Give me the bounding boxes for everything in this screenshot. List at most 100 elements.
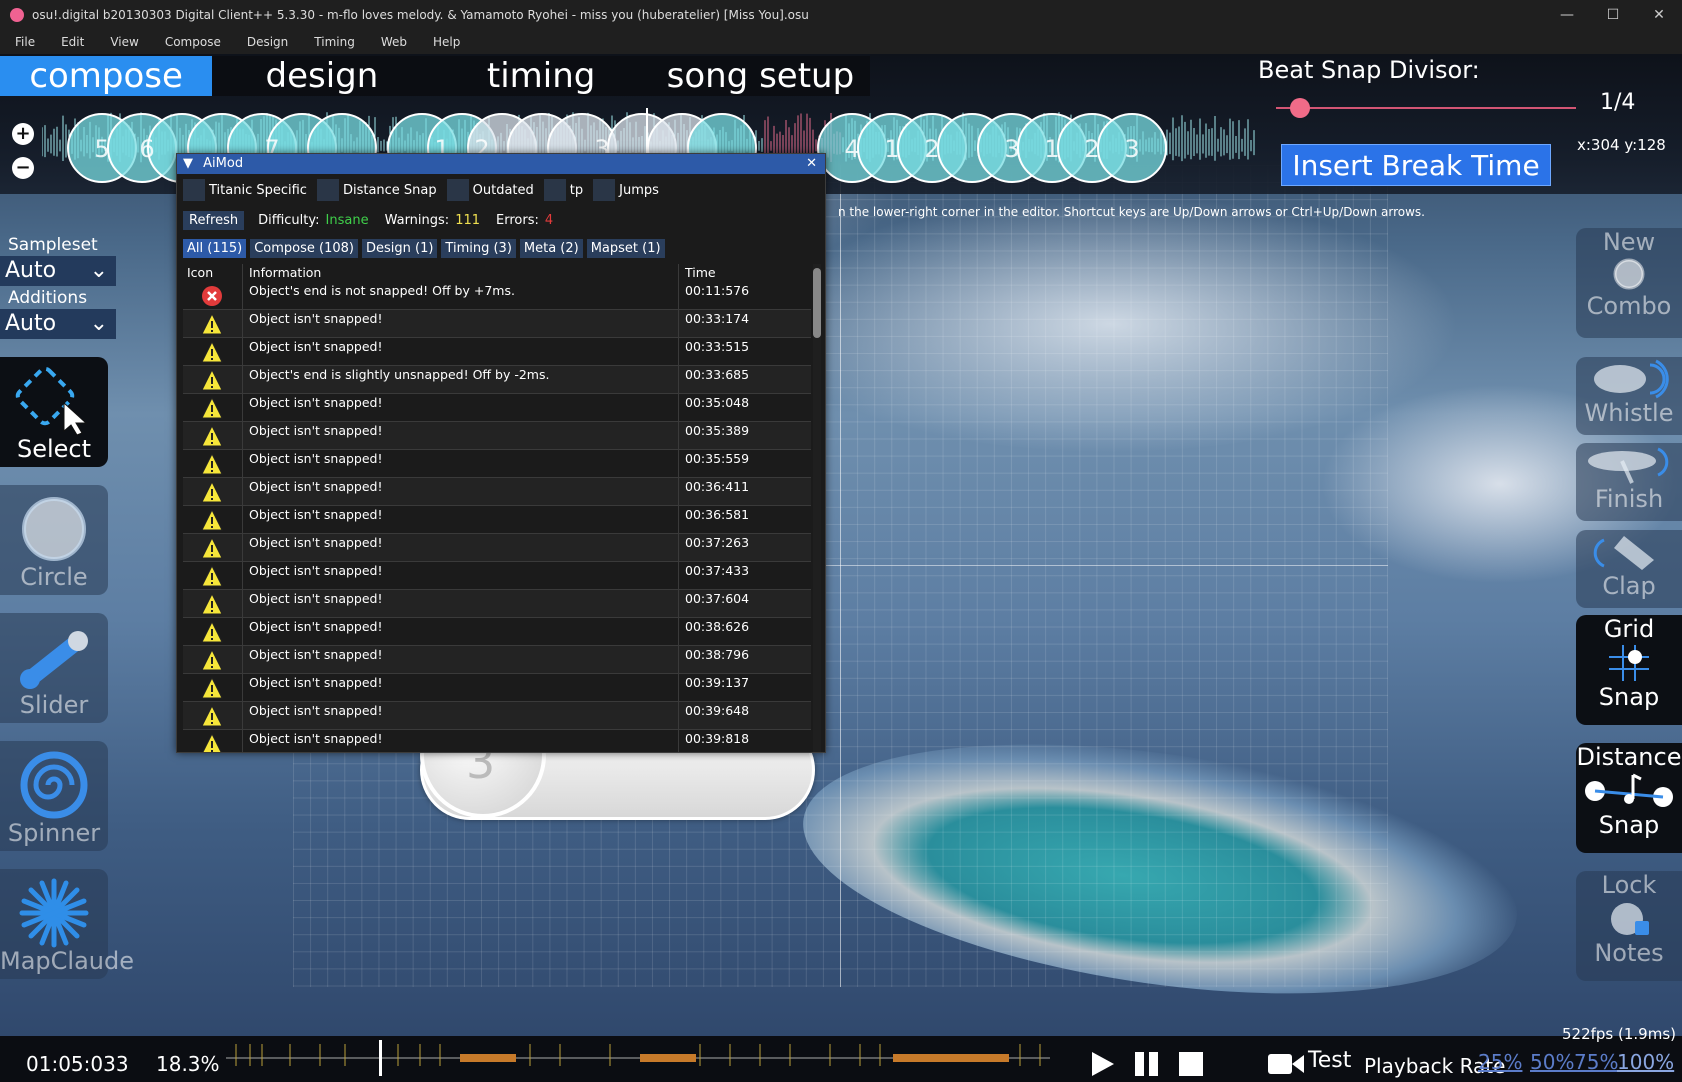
- titanic-specific-checkbox[interactable]: [183, 179, 205, 201]
- table-row[interactable]: Object isn't snapped! 00:35:389: [183, 422, 811, 450]
- table-row[interactable]: Object isn't snapped! 00:33:174: [183, 310, 811, 338]
- song-progress-percent: 18.3%: [156, 1052, 220, 1076]
- table-row[interactable]: Object's end is not snapped! Off by +7ms…: [183, 282, 811, 310]
- row-information: Object's end is slightly unsnapped! Off …: [243, 366, 679, 393]
- maximize-button[interactable]: ☐: [1590, 0, 1636, 30]
- row-information: Object isn't snapped!: [243, 450, 679, 477]
- tab-design[interactable]: design: [212, 56, 431, 96]
- table-row[interactable]: Object isn't snapped! 00:35:559: [183, 450, 811, 478]
- tab-mapset-issues[interactable]: Mapset (1): [586, 238, 665, 258]
- row-information: Object isn't snapped!: [243, 338, 679, 365]
- menu-view[interactable]: View: [110, 35, 138, 49]
- minimize-button[interactable]: —: [1544, 0, 1590, 30]
- new-combo-toggle[interactable]: New Combo: [1576, 228, 1682, 338]
- checkbox-label: tp: [569, 182, 584, 198]
- aimod-header[interactable]: ▼ AiMod ✕: [177, 154, 825, 174]
- distance-snap-toggle[interactable]: Distance Snap: [1576, 743, 1682, 853]
- menu-edit[interactable]: Edit: [61, 35, 84, 49]
- play-icon[interactable]: [1088, 1050, 1118, 1078]
- rate-50[interactable]: 50%: [1530, 1050, 1574, 1074]
- tp-checkbox[interactable]: [543, 179, 566, 201]
- jumps-checkbox[interactable]: [593, 179, 616, 201]
- tab-design-issues[interactable]: Design (1): [361, 238, 438, 258]
- pause-icon[interactable]: [1132, 1050, 1162, 1078]
- collapse-arrow-icon[interactable]: ▼: [183, 156, 193, 171]
- test-button[interactable]: Test: [1308, 1048, 1351, 1073]
- row-time: 00:33:515: [685, 339, 750, 354]
- table-row[interactable]: Object isn't snapped! 00:39:818: [183, 730, 811, 752]
- grid-center-v: [840, 165, 841, 987]
- rate-75[interactable]: 75%: [1574, 1050, 1618, 1074]
- finish-toggle[interactable]: Finish: [1576, 443, 1682, 521]
- menu-design[interactable]: Design: [247, 35, 288, 49]
- insert-break-time-button[interactable]: Insert Break Time: [1281, 144, 1551, 186]
- close-button[interactable]: ✕: [1636, 0, 1682, 30]
- menu-compose[interactable]: Compose: [165, 35, 221, 49]
- tab-timing[interactable]: timing: [432, 56, 651, 96]
- tool-mapclaude[interactable]: MapClaude: [0, 869, 134, 979]
- tool-select[interactable]: Select: [0, 357, 108, 467]
- table-row[interactable]: Object isn't snapped! 00:36:411: [183, 478, 811, 506]
- tool-circle[interactable]: Circle: [0, 485, 108, 595]
- row-icon-cell: [183, 422, 243, 449]
- zoom-out-button[interactable]: −: [12, 157, 34, 179]
- grid-snap-toggle[interactable]: Grid Snap: [1576, 615, 1682, 725]
- table-row[interactable]: Object isn't snapped! 00:39:137: [183, 674, 811, 702]
- menu-timing[interactable]: Timing: [314, 35, 355, 49]
- distance-snap-icon: [1585, 773, 1673, 807]
- table-row[interactable]: Object isn't snapped! 00:37:433: [183, 562, 811, 590]
- camera-icon[interactable]: [1266, 1050, 1306, 1078]
- beat-snap-knob[interactable]: [1290, 98, 1310, 118]
- lock-notes-toggle[interactable]: Lock Notes: [1576, 871, 1682, 981]
- row-time: 00:38:626: [685, 619, 750, 634]
- table-row[interactable]: Object isn't snapped! 00:38:796: [183, 646, 811, 674]
- rate-100[interactable]: 100%: [1617, 1050, 1674, 1074]
- tab-song-setup[interactable]: song setup: [651, 56, 870, 96]
- tab-timing-issues[interactable]: Timing (3): [441, 238, 516, 258]
- tool-spinner[interactable]: Spinner: [0, 741, 108, 851]
- scrollbar-thumb[interactable]: [813, 268, 821, 338]
- tab-all[interactable]: All (115): [183, 238, 247, 258]
- clap-toggle[interactable]: Clap: [1576, 530, 1682, 608]
- table-row[interactable]: Object isn't snapped! 00:36:581: [183, 506, 811, 534]
- warning-icon: [201, 341, 223, 363]
- table-row[interactable]: Object isn't snapped! 00:35:048: [183, 394, 811, 422]
- row-time: 00:37:433: [685, 563, 750, 578]
- sampleset-dropdown[interactable]: Auto ⌄: [0, 256, 116, 286]
- table-row[interactable]: Object isn't snapped! 00:33:515: [183, 338, 811, 366]
- tab-compose-issues[interactable]: Compose (108): [250, 238, 358, 258]
- checkbox-label: Outdated: [472, 182, 534, 198]
- aimod-issue-table: Icon Information Time Object's end is no…: [183, 264, 811, 752]
- table-row[interactable]: Object isn't snapped! 00:38:626: [183, 618, 811, 646]
- beat-snap-value: 1/4: [1600, 90, 1636, 115]
- beat-snap-slider[interactable]: [1276, 107, 1576, 109]
- errors-label: Errors:: [496, 212, 539, 228]
- checkbox-label: Titanic Specific: [209, 182, 307, 198]
- tool-slider[interactable]: Slider: [0, 613, 108, 723]
- spinner-icon: [20, 751, 88, 819]
- aimod-close-button[interactable]: ✕: [806, 154, 817, 174]
- distance-snap-checkbox[interactable]: [316, 179, 339, 201]
- menu-file[interactable]: File: [15, 35, 35, 49]
- table-row[interactable]: Object isn't snapped! 00:37:263: [183, 534, 811, 562]
- zoom-in-button[interactable]: +: [12, 123, 34, 145]
- stop-icon[interactable]: [1176, 1050, 1206, 1078]
- warning-icon: [201, 677, 223, 699]
- rate-25[interactable]: 25%: [1478, 1050, 1522, 1074]
- table-row[interactable]: Object isn't snapped! 00:39:648: [183, 702, 811, 730]
- table-row[interactable]: Object's end is slightly unsnapped! Off …: [183, 366, 811, 394]
- select-icon: [15, 366, 88, 436]
- aimod-scrollbar[interactable]: [813, 264, 821, 752]
- table-row[interactable]: Object isn't snapped! 00:37:604: [183, 590, 811, 618]
- whistle-toggle[interactable]: Whistle: [1576, 357, 1682, 435]
- tab-compose[interactable]: compose: [0, 56, 213, 96]
- outdated-checkbox[interactable]: [446, 179, 469, 201]
- additions-dropdown[interactable]: Auto ⌄: [0, 309, 116, 339]
- tab-meta-issues[interactable]: Meta (2): [519, 238, 583, 258]
- refresh-button[interactable]: Refresh: [183, 210, 245, 230]
- window-controls: — ☐ ✕: [1544, 0, 1682, 30]
- menu-help[interactable]: Help: [433, 35, 460, 49]
- app-icon: [10, 8, 24, 22]
- menu-web[interactable]: Web: [381, 35, 407, 49]
- column-header: Time: [685, 265, 716, 280]
